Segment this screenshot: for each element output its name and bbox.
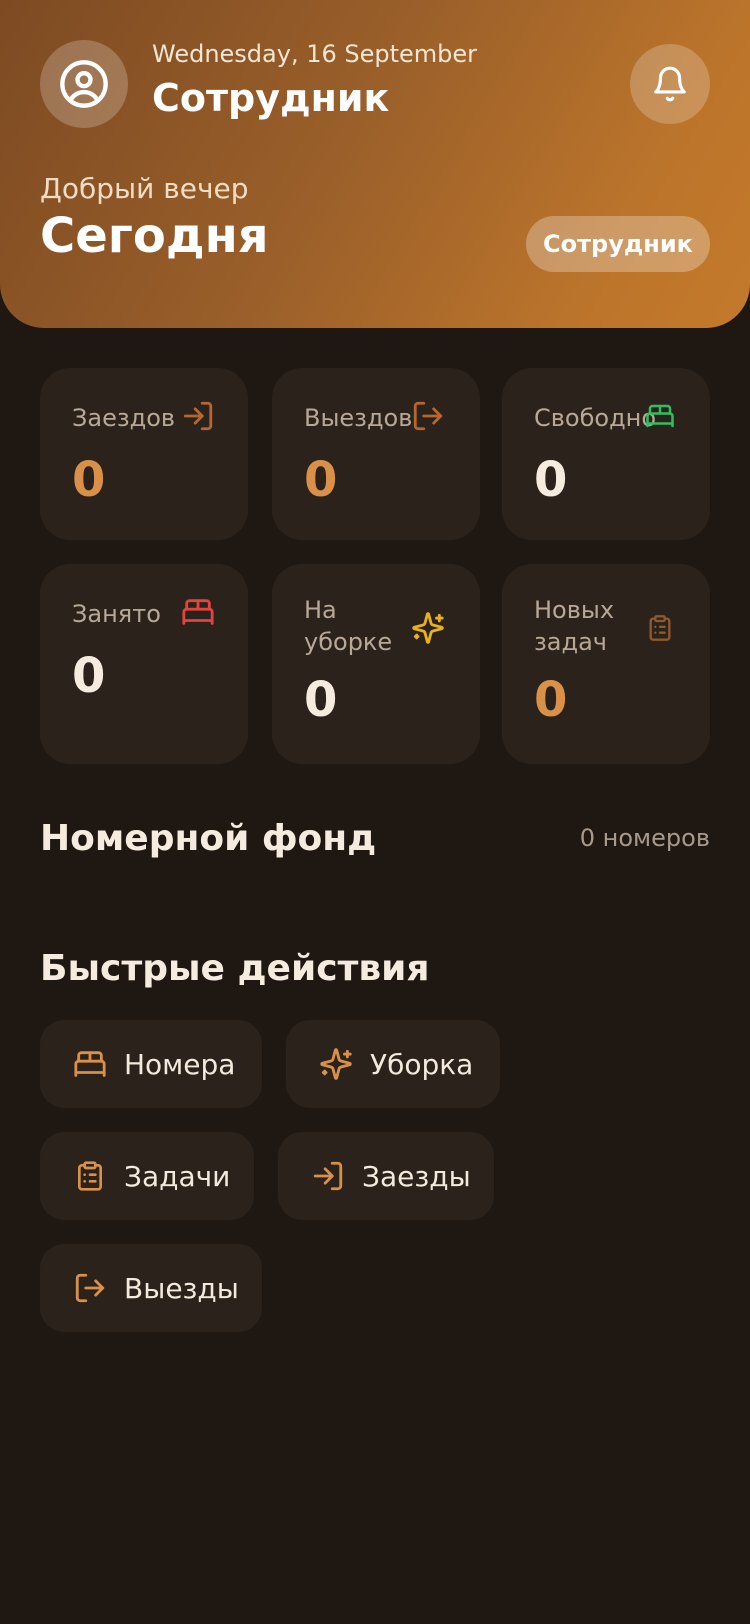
stat-label: Свободно bbox=[534, 404, 657, 432]
bed-icon bbox=[72, 1046, 108, 1082]
notifications-button[interactable] bbox=[630, 44, 710, 124]
stat-value: 0 bbox=[304, 452, 338, 508]
quick-action-label: Заезды bbox=[362, 1159, 471, 1193]
user-circle-icon bbox=[60, 60, 108, 108]
clipboard-icon bbox=[72, 1158, 108, 1194]
stat-value: 0 bbox=[72, 452, 106, 508]
quick-action-label: Номера bbox=[124, 1047, 236, 1081]
quick-actions-title: Быстрые действия bbox=[40, 948, 430, 989]
stat-card-checkouts[interactable]: Выездов 0 bbox=[272, 368, 480, 540]
bed-icon bbox=[180, 594, 216, 630]
clipboard-icon bbox=[642, 610, 678, 646]
log-out-icon bbox=[410, 398, 446, 434]
stat-value: 0 bbox=[534, 452, 568, 508]
today-heading: Сегодня bbox=[40, 208, 269, 264]
quick-action-label: Выезды bbox=[124, 1271, 239, 1305]
greeting: Добрый вечер bbox=[40, 172, 249, 205]
stat-label: На уборке bbox=[304, 596, 393, 656]
stat-label: Заездов bbox=[72, 404, 176, 432]
room-count: 0 номеров bbox=[579, 824, 710, 852]
log-in-icon bbox=[310, 1158, 346, 1194]
header-banner: Wednesday, 16 September Сотрудник Добрый… bbox=[0, 0, 750, 328]
log-in-icon bbox=[180, 398, 216, 434]
stat-label: Занято bbox=[72, 600, 161, 628]
stat-value: 0 bbox=[304, 672, 338, 728]
stat-value: 0 bbox=[534, 672, 568, 728]
quick-action-tasks[interactable]: Задачи bbox=[40, 1132, 254, 1220]
current-date: Wednesday, 16 September bbox=[152, 40, 478, 68]
stat-label: Новых задач bbox=[534, 596, 615, 656]
quick-action-checkouts[interactable]: Выезды bbox=[40, 1244, 262, 1332]
sparkles-icon bbox=[410, 610, 446, 646]
bed-icon bbox=[642, 398, 678, 434]
avatar[interactable] bbox=[40, 40, 128, 128]
sparkles-icon bbox=[318, 1046, 354, 1082]
stat-value: 0 bbox=[72, 648, 106, 704]
bell-icon bbox=[654, 66, 686, 102]
role-badge: Сотрудник bbox=[526, 216, 710, 272]
stat-card-new-tasks[interactable]: Новых задач 0 bbox=[502, 564, 710, 764]
stat-card-cleaning[interactable]: На уборке 0 bbox=[272, 564, 480, 764]
quick-action-label: Уборка bbox=[370, 1047, 474, 1081]
quick-action-cleaning[interactable]: Уборка bbox=[286, 1020, 500, 1108]
stat-card-free[interactable]: Свободно 0 bbox=[502, 368, 710, 540]
room-fund-title: Номерной фонд bbox=[40, 818, 377, 859]
stat-card-occupied[interactable]: Занято 0 bbox=[40, 564, 248, 764]
log-out-icon bbox=[72, 1270, 108, 1306]
quick-action-rooms[interactable]: Номера bbox=[40, 1020, 262, 1108]
user-role-title: Сотрудник bbox=[152, 76, 390, 120]
stat-card-checkins[interactable]: Заездов 0 bbox=[40, 368, 248, 540]
quick-action-label: Задачи bbox=[124, 1159, 231, 1193]
stat-label: Выездов bbox=[304, 404, 413, 432]
quick-action-checkins[interactable]: Заезды bbox=[278, 1132, 494, 1220]
